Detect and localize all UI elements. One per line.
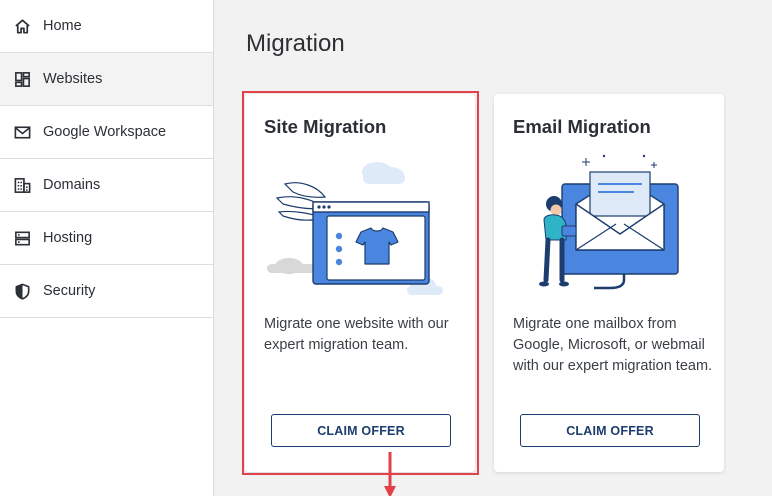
main-content: Migration Site Migration Migrate one web… [215, 0, 772, 496]
shield-icon [12, 281, 32, 301]
websites-icon [12, 69, 32, 89]
sidebar-item-label: Websites [43, 71, 103, 87]
claim-offer-button-site[interactable]: CLAIM OFFER [271, 414, 451, 447]
sidebar-item-security[interactable]: Security [0, 265, 213, 318]
claim-offer-button-email[interactable]: CLAIM OFFER [520, 414, 700, 447]
page-title: Migration [246, 30, 345, 57]
sidebar-item-label: Google Workspace [43, 124, 167, 140]
home-icon [12, 16, 32, 36]
sidebar-item-label: Domains [43, 177, 101, 193]
sidebar-item-websites[interactable]: Websites [0, 53, 213, 106]
red-arrow-annotation [384, 452, 396, 496]
sidebar-item-domains[interactable]: Domains [0, 159, 213, 212]
card-description: Migrate one website with our expert migr… [264, 316, 449, 353]
site-migration-illustration [267, 162, 443, 295]
email-migration-card: Email Migration Migrate one mailbox from… [494, 94, 724, 472]
card-title: Email Migration [513, 116, 651, 137]
sidebar-item-hosting[interactable]: Hosting [0, 212, 213, 265]
sidebar-item-google-workspace[interactable]: Google Workspace [0, 106, 213, 159]
sidebar: Home Websites Google Workspace Domains H… [0, 0, 214, 496]
sidebar-item-label: Home [43, 18, 82, 34]
sidebar-item-label: Security [43, 283, 96, 299]
sidebar-item-label: Hosting [43, 230, 93, 246]
sidebar-item-home[interactable]: Home [0, 0, 213, 53]
server-icon [12, 228, 32, 248]
email-migration-illustration [539, 154, 679, 290]
site-migration-card: Site Migration Migrate one website with … [245, 94, 475, 496]
domains-icon [12, 175, 32, 195]
card-description: Migrate one mailbox from Google, Microso… [513, 316, 713, 374]
card-title: Site Migration [264, 116, 387, 137]
mail-icon [12, 122, 32, 142]
